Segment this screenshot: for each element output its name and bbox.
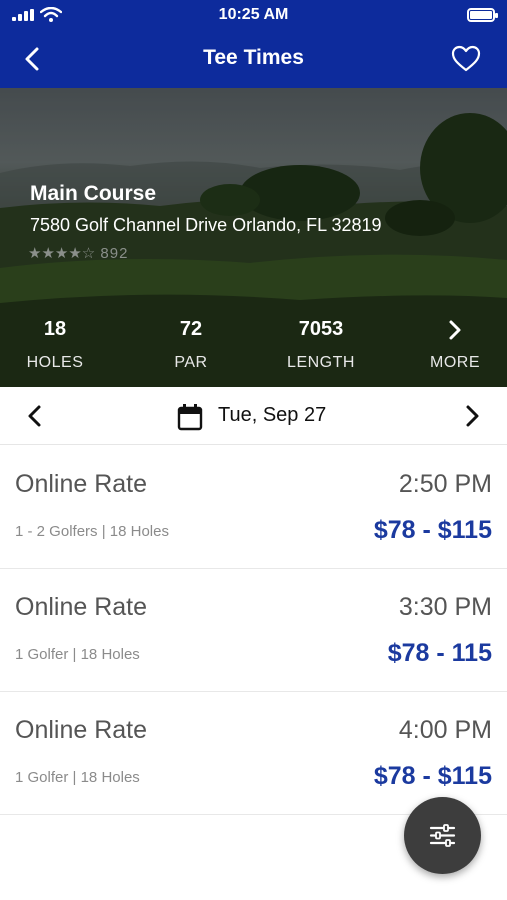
stat-label: LENGTH: [287, 354, 355, 371]
course-hero: Main Course 7580 Golf Channel Drive Orla…: [0, 88, 507, 387]
stat-label: PAR: [174, 354, 208, 371]
stat-value: 7053: [298, 318, 344, 340]
chevron-right-icon: [449, 320, 461, 340]
course-address: 7580 Golf Channel Drive Orlando, FL 3281…: [30, 215, 382, 235]
rate-name: Online Rate: [15, 716, 148, 744]
course-stats: 18 HOLES 72 PAR 7053 LENGTH MORE: [0, 318, 507, 378]
tee-time-row[interactable]: Online Rate 3:30 PM 1 Golfer | 18 Holes …: [0, 569, 507, 692]
rating-stars: ★★★★☆: [28, 245, 96, 262]
filter-button[interactable]: [404, 797, 481, 874]
price-range: $78 - $115: [373, 762, 492, 790]
course-rating: ★★★★☆ 892: [28, 244, 128, 262]
nav-bar: Tee Times: [0, 30, 507, 88]
price-range: $78 - 115: [387, 639, 492, 667]
tee-time-row[interactable]: Online Rate 2:50 PM 1 - 2 Golfers | 18 H…: [0, 446, 507, 569]
stat-label: MORE: [430, 354, 480, 371]
next-date-chevron-icon[interactable]: [457, 401, 487, 431]
stat-label: HOLES: [26, 354, 84, 371]
stat-holes: 18 HOLES: [0, 318, 110, 372]
selected-date[interactable]: Tue, Sep 27: [218, 404, 326, 427]
tee-time: 3:30 PM: [398, 593, 492, 621]
previous-date-chevron-icon[interactable]: [20, 401, 50, 431]
review-count: 892: [100, 245, 129, 262]
tee-time-details: 1 - 2 Golfers | 18 Holes: [15, 523, 169, 540]
stat-value: 72: [179, 318, 203, 340]
price-range: $78 - $115: [373, 516, 492, 544]
stat-value: 18: [43, 318, 67, 340]
app-header: 10:25 AM Tee Times: [0, 0, 507, 88]
date-selector: Tue, Sep 27: [0, 387, 507, 445]
rate-name: Online Rate: [15, 470, 148, 498]
sliders-icon: [429, 824, 456, 847]
calendar-icon[interactable]: [176, 403, 204, 431]
status-time: 10:25 AM: [218, 6, 289, 23]
rate-name: Online Rate: [15, 593, 148, 621]
tee-time-details: 1 Golfer | 18 Holes: [15, 769, 140, 786]
battery-icon: [467, 8, 498, 22]
tee-time-details: 1 Golfer | 18 Holes: [15, 646, 140, 663]
more-button[interactable]: MORE: [400, 318, 507, 372]
course-name: Main Course: [30, 182, 157, 205]
tee-time: 4:00 PM: [398, 716, 492, 744]
heart-icon[interactable]: [451, 44, 481, 74]
stat-par: 72 PAR: [136, 318, 246, 372]
page-title: Tee Times: [203, 46, 304, 69]
status-bar: 10:25 AM: [0, 0, 507, 30]
tee-time: 2:50 PM: [398, 470, 492, 498]
stat-length: 7053 LENGTH: [266, 318, 376, 372]
tee-time-row[interactable]: Online Rate 4:00 PM 1 Golfer | 18 Holes …: [0, 692, 507, 815]
